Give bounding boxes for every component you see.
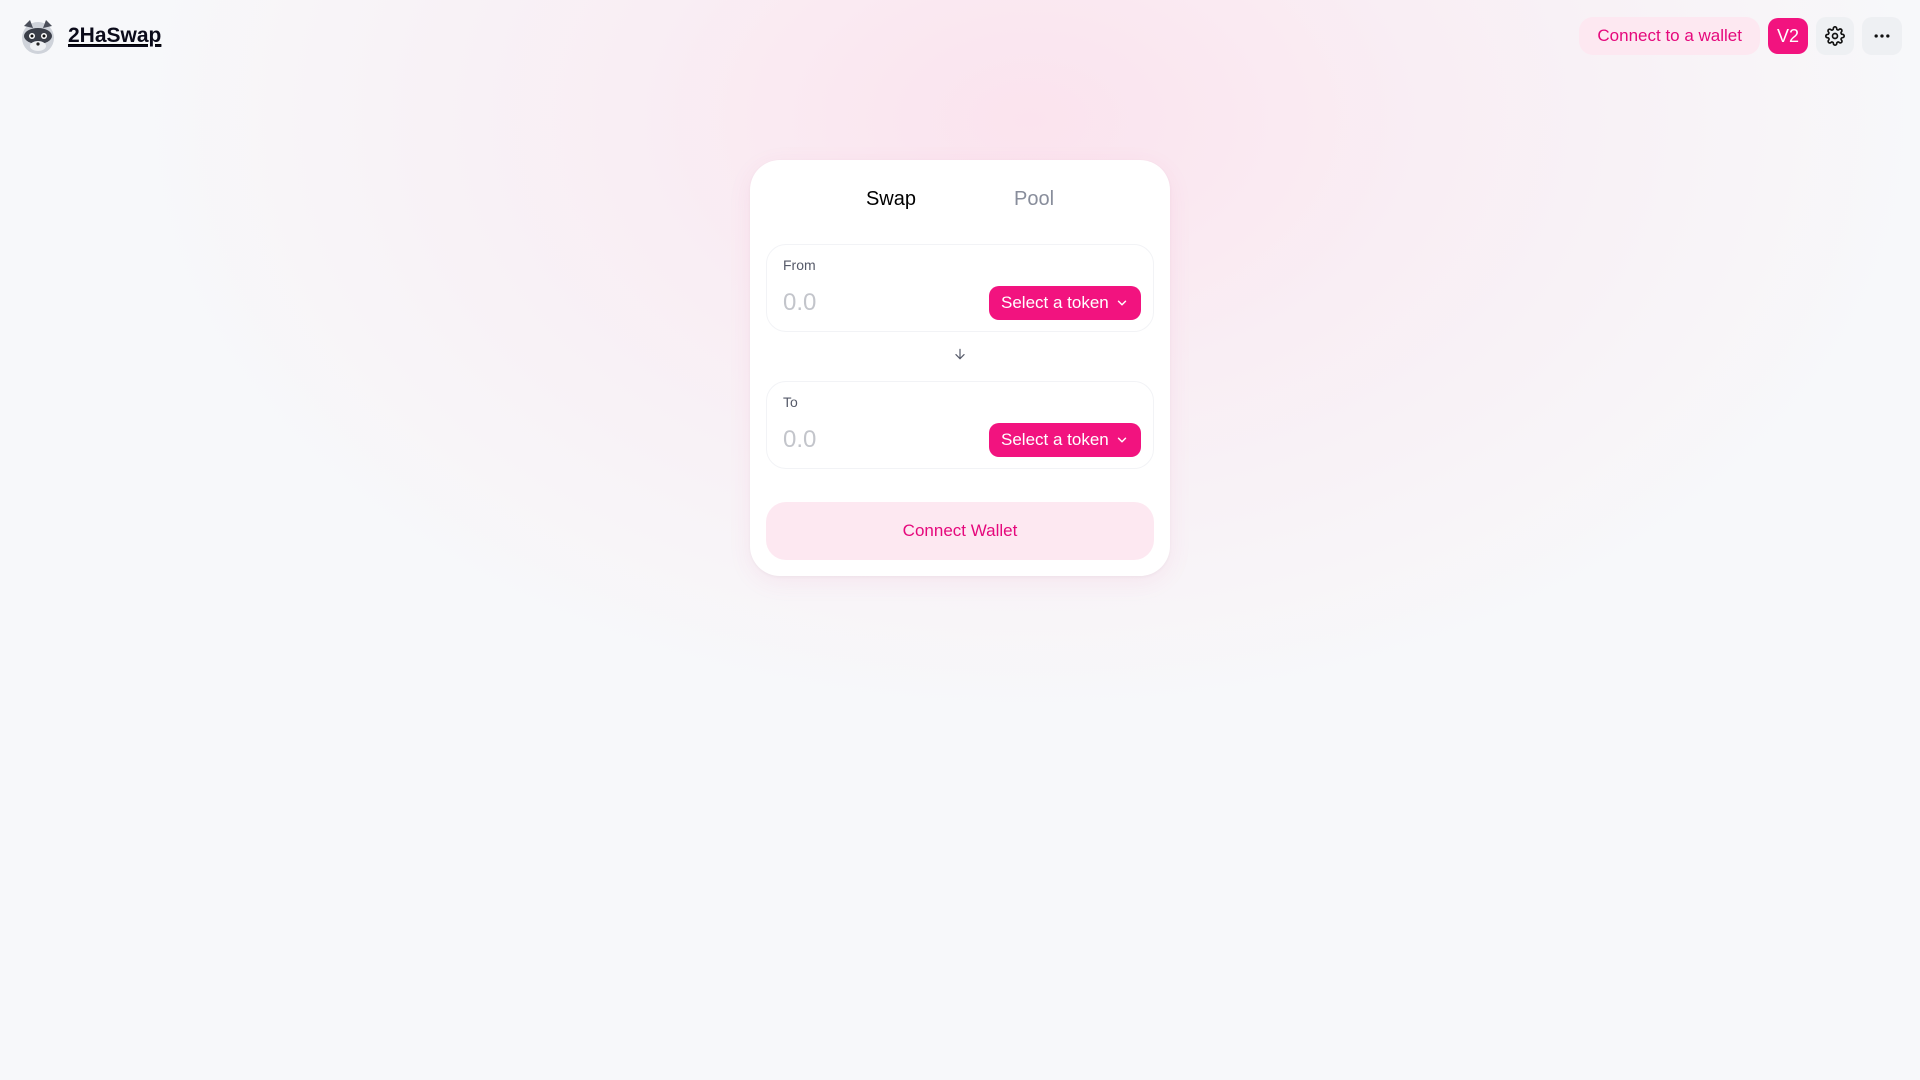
top-header: 2HaSwap Connect to a wallet V2 [0, 0, 1920, 72]
switch-direction-button[interactable] [952, 346, 968, 362]
brand-link[interactable]: 2HaSwap [18, 16, 161, 56]
to-select-token-label: Select a token [1001, 430, 1109, 449]
from-select-token-button[interactable]: Select a token [989, 286, 1141, 320]
chevron-down-icon [1117, 437, 1127, 443]
gear-icon [1825, 26, 1845, 46]
version-badge[interactable]: V2 [1768, 18, 1808, 54]
more-dots-icon [1874, 34, 1890, 38]
from-panel: From Select a token [766, 244, 1154, 332]
header-actions: Connect to a wallet V2 [1579, 17, 1902, 55]
to-label: To [783, 394, 798, 410]
from-amount-input[interactable] [783, 287, 963, 319]
chevron-down-icon [1117, 300, 1127, 306]
more-menu-button[interactable] [1862, 17, 1902, 55]
connect-wallet-button[interactable]: Connect Wallet [766, 502, 1154, 560]
brand-name: 2HaSwap [68, 24, 162, 47]
raccoon-logo-icon [22, 20, 54, 54]
to-amount-input[interactable] [783, 424, 963, 456]
from-label: From [783, 257, 816, 273]
arrow-down-icon [955, 348, 965, 360]
swap-card: Swap Pool From Select a token To Select … [750, 160, 1170, 576]
tab-swap[interactable]: Swap [866, 188, 916, 218]
tab-pool[interactable]: Pool [1014, 188, 1054, 218]
connect-to-wallet-button[interactable]: Connect to a wallet [1579, 17, 1760, 55]
to-panel: To Select a token [766, 381, 1154, 469]
from-select-token-label: Select a token [1001, 293, 1109, 312]
swap-pool-tabs: Swap Pool [750, 188, 1170, 218]
to-select-token-button[interactable]: Select a token [989, 423, 1141, 457]
settings-button[interactable] [1816, 17, 1854, 55]
